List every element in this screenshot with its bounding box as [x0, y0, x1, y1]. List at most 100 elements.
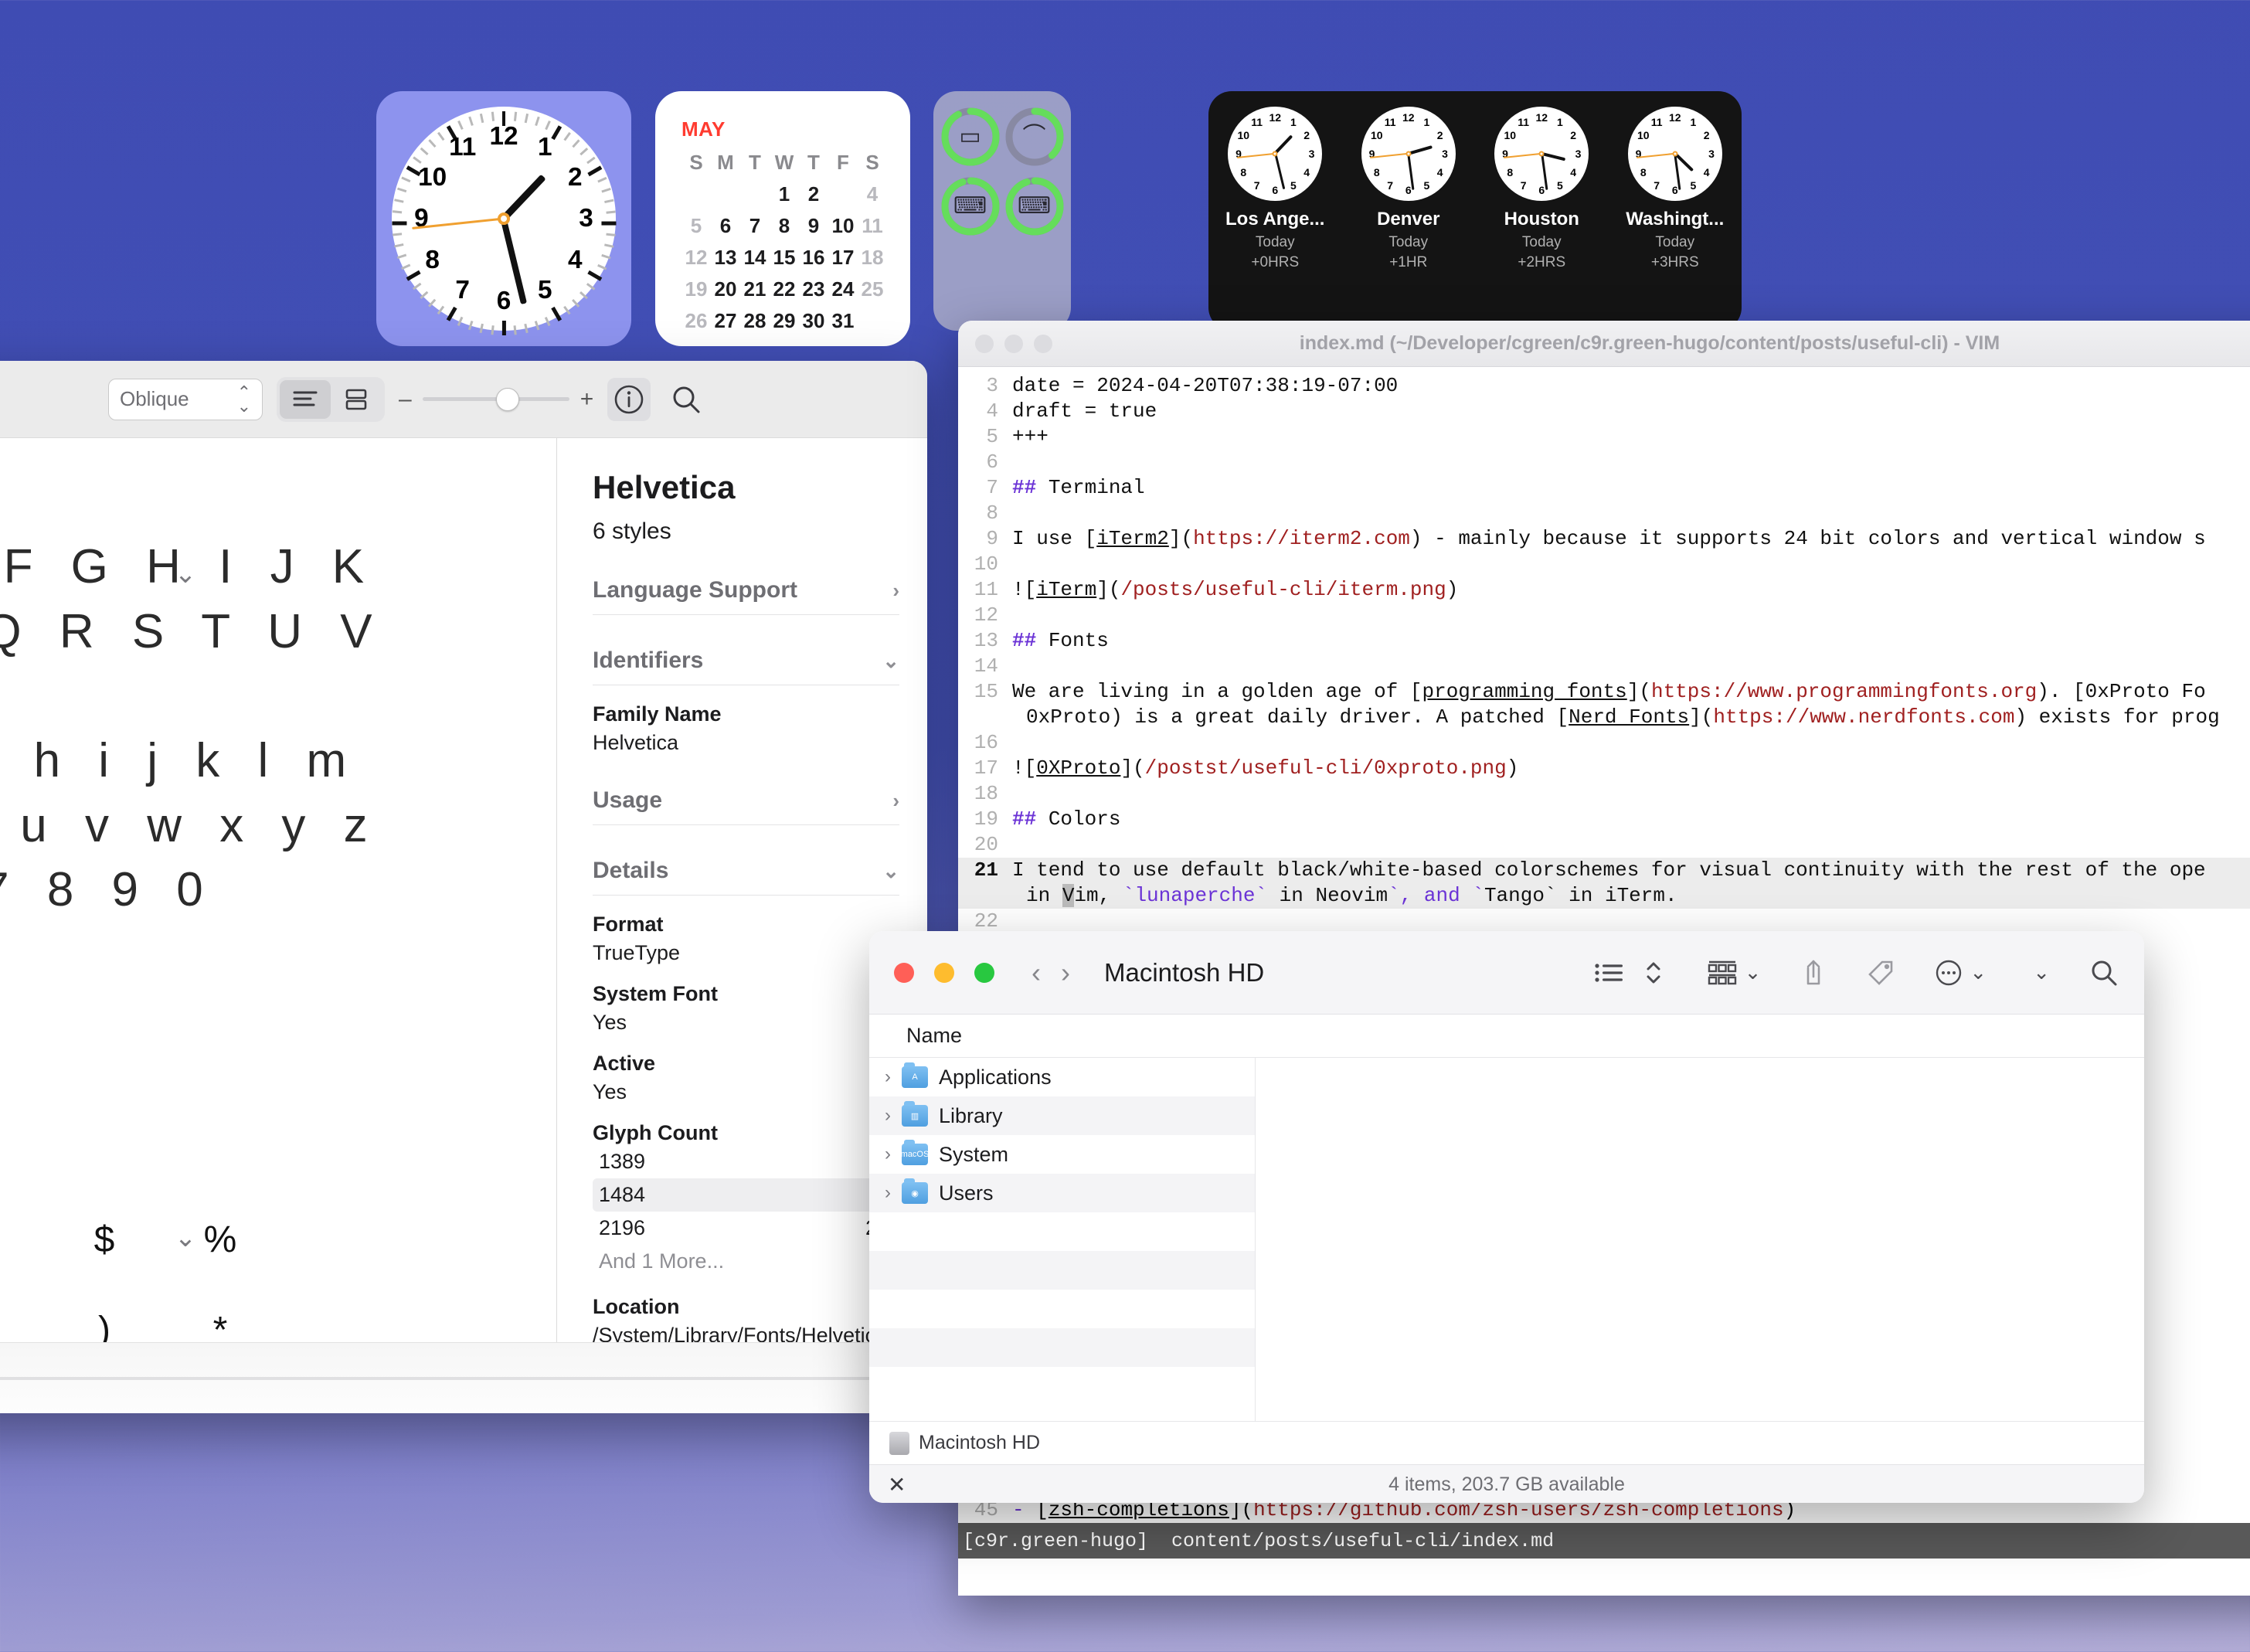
battery-ring-laptop-icon[interactable]: ▭: [940, 107, 1001, 167]
font-symbol-2[interactable]: $: [46, 1219, 162, 1261]
footer-slider-track[interactable]: [0, 1377, 878, 1380]
calendar-day-13[interactable]: 13: [711, 246, 740, 270]
chevron-down-icon[interactable]: ⌄: [1970, 960, 1987, 984]
calendar-day-23[interactable]: 23: [799, 277, 828, 301]
calendar-day-6[interactable]: 6: [711, 214, 740, 238]
vim-traffic-lights[interactable]: [975, 335, 1052, 353]
world-clock-1[interactable]: 121234567891011 Denver Today +1HR: [1351, 107, 1467, 331]
calendar-day-26[interactable]: 26: [681, 309, 711, 333]
finder-file-list[interactable]: › A Applications › ▥ Library › macOS Sys…: [869, 1058, 1256, 1421]
world-clock-widget[interactable]: 121234567891011 Los Ange... Today +0HRS …: [1208, 91, 1742, 331]
overflow-chevron-icon[interactable]: ⌄: [2033, 960, 2050, 984]
font-size-slider[interactable]: – +: [399, 386, 593, 413]
share-icon[interactable]: [1800, 957, 1827, 988]
calendar-day-22[interactable]: 22: [770, 277, 799, 301]
sort-icon[interactable]: [1644, 958, 1663, 987]
calendar-day-16[interactable]: 16: [799, 246, 828, 270]
calendar-day-17[interactable]: 17: [828, 246, 858, 270]
size-slider-track[interactable]: [423, 397, 569, 401]
calendar-day-1[interactable]: 1: [770, 182, 799, 206]
group-view-icon[interactable]: ⌄: [1706, 959, 1762, 987]
finder-row-system[interactable]: › macOS System: [869, 1135, 1255, 1174]
close-button[interactable]: [975, 335, 994, 353]
calendar-day-29[interactable]: 29: [770, 309, 799, 333]
section-language-support[interactable]: Language Support ›: [593, 577, 899, 615]
calendar-day-4[interactable]: 4: [858, 182, 887, 206]
world-clock-2[interactable]: 121234567891011 Houston Today +2HRS: [1484, 107, 1599, 331]
calendar-widget[interactable]: MAY SMTWTFS12345678910111213141516171819…: [655, 91, 910, 346]
calendar-day-27[interactable]: 27: [711, 309, 740, 333]
x-icon[interactable]: ✕: [888, 1472, 906, 1497]
size-slider-knob[interactable]: [496, 388, 519, 411]
chevron-down-icon[interactable]: ⌄: [1745, 960, 1762, 984]
finder-preview-pane[interactable]: [1256, 1058, 2144, 1421]
finder-row-applications[interactable]: › A Applications: [869, 1058, 1255, 1096]
glyph-count-more[interactable]: And 1 More...: [593, 1245, 899, 1278]
calendar-day-8[interactable]: 8: [770, 214, 799, 238]
font-symbol-1[interactable]: #: [0, 1219, 46, 1261]
column-header-name[interactable]: Name: [869, 1024, 962, 1048]
search-icon[interactable]: [664, 378, 708, 421]
sample-view-button[interactable]: [280, 380, 331, 419]
list-view-icon[interactable]: [1593, 960, 1624, 986]
world-clock-3[interactable]: 121234567891011 Washingt... Today +3HRS: [1617, 107, 1733, 331]
glyph-count-row-0[interactable]: 1389 1: [593, 1145, 899, 1178]
chevron-left-icon[interactable]: ‹: [1032, 957, 1041, 989]
clock-widget[interactable]: 121234567891011: [376, 91, 631, 346]
font-book-footer[interactable]: 8 9: [0, 1342, 927, 1413]
calendar-day-9[interactable]: 9: [799, 214, 828, 238]
vim-title-bar[interactable]: index.md (~/Developer/cgreen/c9r.green-h…: [958, 321, 2250, 367]
minimize-button[interactable]: [1004, 335, 1023, 353]
font-style-select[interactable]: Oblique ⌃⌄: [108, 379, 263, 420]
calendar-day-5[interactable]: 5: [681, 214, 711, 238]
tag-icon[interactable]: [1866, 958, 1895, 987]
calendar-day-14[interactable]: 14: [740, 246, 770, 270]
more-icon[interactable]: ⌄: [1934, 958, 1987, 987]
font-book-window[interactable]: Oblique ⌃⌄ – + ⌄ C D E F G H I J KI O P …: [0, 361, 927, 1413]
font-preview-pane[interactable]: ⌄ C D E F G H I J KI O P Q R S T U VY Zd…: [0, 438, 556, 1413]
battery-widget[interactable]: ▭ ⌒ ⌨ ⌨: [933, 91, 1071, 331]
glyph-count-list[interactable]: 1389 1 1484 1 2196 2 s: [593, 1145, 899, 1245]
glyph-count-row-2[interactable]: 2196 2 s: [593, 1212, 899, 1245]
calendar-day-12[interactable]: 12: [681, 246, 711, 270]
finder-row-users[interactable]: › ◉ Users: [869, 1174, 1255, 1212]
calendar-day-3[interactable]: 3: [828, 182, 858, 206]
calendar-day-18[interactable]: 18: [858, 246, 887, 270]
chevron-right-icon[interactable]: ›: [885, 1144, 891, 1165]
calendar-day-7[interactable]: 7: [740, 214, 770, 238]
calendar-day-19[interactable]: 19: [681, 277, 711, 301]
calendar-day-2[interactable]: 2: [799, 182, 828, 206]
calendar-day-10[interactable]: 10: [828, 214, 858, 238]
finder-path-bar[interactable]: Macintosh HD: [869, 1421, 2144, 1464]
calendar-day-30[interactable]: 30: [799, 309, 828, 333]
battery-ring-keyboard-icon[interactable]: ⌨: [940, 176, 1001, 236]
search-icon[interactable]: [2089, 957, 2119, 988]
world-clock-0[interactable]: 121234567891011 Los Ange... Today +0HRS: [1217, 107, 1333, 331]
chevron-right-icon[interactable]: ›: [1061, 957, 1070, 989]
calendar-day-28[interactable]: 28: [740, 309, 770, 333]
battery-ring-keyboard-icon[interactable]: ⌨: [1004, 176, 1065, 236]
font-symbol-3[interactable]: %: [162, 1219, 278, 1261]
calendar-grid[interactable]: SMTWTFS123456789101112131415161718192021…: [681, 151, 887, 333]
chevron-right-icon[interactable]: ›: [885, 1066, 891, 1088]
close-button[interactable]: [894, 963, 914, 983]
chevron-right-icon[interactable]: ›: [885, 1182, 891, 1204]
info-circle-icon[interactable]: [607, 378, 651, 421]
section-usage[interactable]: Usage ›: [593, 787, 899, 825]
calendar-day-21[interactable]: 21: [740, 277, 770, 301]
zoom-button[interactable]: [1034, 335, 1052, 353]
glyph-count-row-1[interactable]: 1484 1: [593, 1178, 899, 1212]
calendar-day-15[interactable]: 15: [770, 246, 799, 270]
calendar-day-11[interactable]: 11: [858, 214, 887, 238]
chevron-right-icon[interactable]: ›: [885, 1105, 891, 1127]
view-mode-segmented-control[interactable]: [277, 377, 385, 422]
repertoire-view-button[interactable]: [331, 380, 382, 419]
minimize-button[interactable]: [934, 963, 954, 983]
calendar-day-31[interactable]: 31: [828, 309, 858, 333]
finder-column-header[interactable]: Name: [869, 1015, 2144, 1058]
finder-row-library[interactable]: › ▥ Library: [869, 1096, 1255, 1135]
finder-toolbar[interactable]: ‹ › Macintosh HD ⌄ ⌄ ⌄: [869, 931, 2144, 1015]
font-book-toolbar[interactable]: Oblique ⌃⌄ – +: [0, 361, 927, 438]
zoom-button[interactable]: [974, 963, 994, 983]
battery-ring-headphones-icon[interactable]: ⌒: [1004, 107, 1065, 167]
